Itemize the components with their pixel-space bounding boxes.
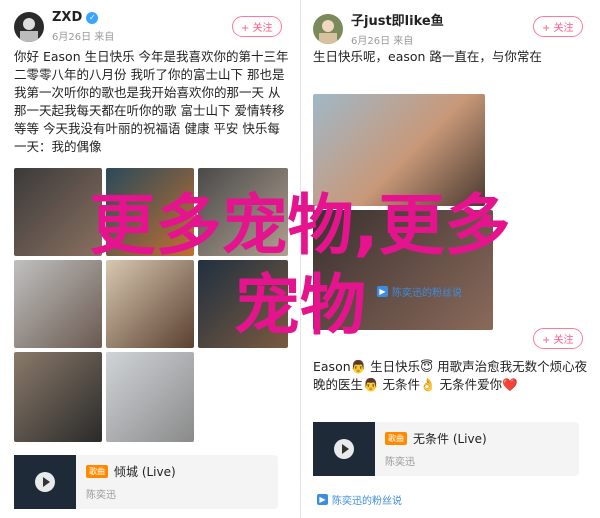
avatar[interactable] <box>14 11 44 42</box>
post-header: 子just即like鱼 6月26日 来自 <box>313 10 444 47</box>
grid-photo[interactable] <box>106 352 194 442</box>
play-icon[interactable] <box>334 439 354 459</box>
post-text: 你好 Eason 生日快乐 今年是我喜欢你的第十三年二零零八年的八月份 我听了你… <box>14 49 289 154</box>
play-icon[interactable] <box>35 472 55 492</box>
repost-label[interactable]: 陈奕迅的粉丝说 <box>332 492 402 507</box>
repost-icon: ▶ <box>317 494 328 505</box>
music-artist: 陈奕迅 <box>385 457 415 468</box>
overlay-text: 更多宠物,更多 宠物 <box>40 186 560 346</box>
song-title: 无条件 (Live) <box>413 432 487 446</box>
music-badge: 歌曲 <box>86 465 108 478</box>
username[interactable]: 子just即like鱼 <box>351 10 444 29</box>
follow-button[interactable]: + 关注 <box>533 16 583 37</box>
repost-link[interactable]: ▶ 陈奕迅的粉丝说 <box>317 492 402 507</box>
post-text: 生日快乐呢，eason 路一直在，与你常在 <box>313 49 542 64</box>
overlay-line-1: 更多宠物,更多 <box>89 187 511 264</box>
music-title: 歌曲 无条件 (Live) <box>385 430 487 447</box>
music-badge: 歌曲 <box>385 432 407 445</box>
verified-icon: ✓ <box>86 11 99 24</box>
song-title: 倾城 (Live) <box>114 465 176 479</box>
username[interactable]: ZXD ✓ <box>52 10 114 25</box>
album-cover[interactable] <box>14 455 76 509</box>
post-time: 6月26日 来自 <box>351 36 414 47</box>
post-time: 6月26日 来自 <box>52 32 115 43</box>
overlay-line-2: 宠物 <box>234 267 366 344</box>
post-header: ZXD ✓ 6月26日 来自 <box>14 10 114 43</box>
post-text: Eason👨 生日快乐😇 用歌声治愈我无数个烦心夜晚的医生👨 无条件👌 无条件爱… <box>313 359 588 392</box>
music-title: 歌曲 倾城 (Live) <box>86 463 176 480</box>
album-cover[interactable] <box>313 422 375 476</box>
music-card[interactable]: 歌曲 无条件 (Live) 陈奕迅 <box>313 422 579 476</box>
music-card[interactable]: 歌曲 倾城 (Live) 陈奕迅 <box>14 455 278 509</box>
avatar-image-icon <box>20 17 38 42</box>
music-artist: 陈奕迅 <box>86 490 116 501</box>
grid-photo[interactable] <box>14 352 102 442</box>
username-text[interactable]: 子just即like鱼 <box>351 10 444 29</box>
username-text[interactable]: ZXD <box>52 10 82 25</box>
follow-button[interactable]: + 关注 <box>232 16 282 37</box>
avatar-image-icon <box>319 19 337 44</box>
avatar[interactable] <box>313 13 343 44</box>
